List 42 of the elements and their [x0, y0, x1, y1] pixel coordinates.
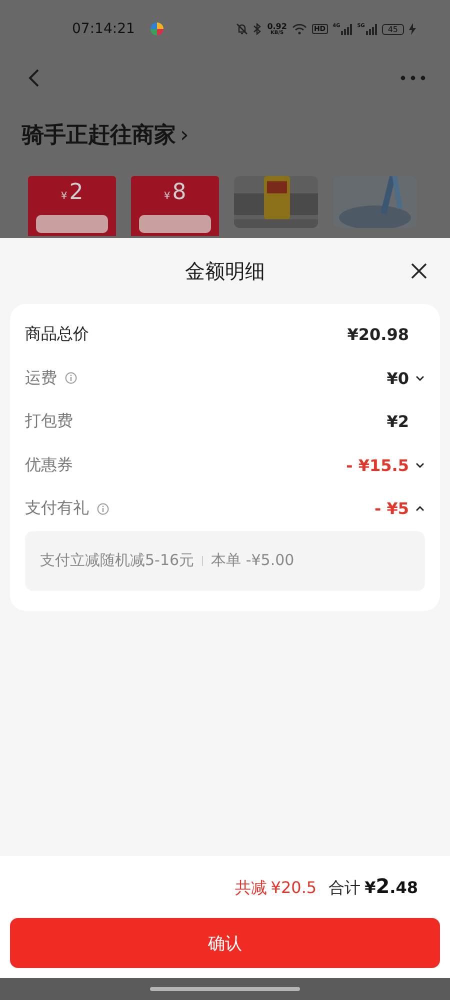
chevron-down-icon[interactable] — [415, 462, 425, 469]
fee-label: 支付有礼 — [25, 498, 89, 520]
battery-indicator: 45 — [382, 24, 404, 34]
total-saving: ¥20.5 — [270, 878, 317, 897]
status-time: 07:14:21 — [72, 21, 135, 37]
app-icon — [150, 22, 164, 36]
mute-icon — [236, 23, 248, 35]
fee-amount: - ¥5 — [374, 499, 409, 518]
info-icon[interactable] — [65, 372, 77, 384]
info-icon[interactable] — [97, 502, 109, 515]
net-speed: 0.92 — [267, 22, 287, 30]
fee-label: 商品总价 — [25, 324, 89, 346]
chevron-icon: › — [180, 122, 189, 148]
sheet-title: 金额明细 — [185, 258, 265, 284]
coupon-card[interactable]: ¥8 — [131, 176, 219, 236]
more-icon[interactable] — [400, 75, 426, 81]
chevron-up-icon[interactable] — [415, 505, 425, 512]
coupon-card[interactable]: ¥2 — [28, 176, 116, 236]
fee-amount: ¥0 — [386, 368, 409, 388]
total-saving-label: 共减 — [234, 878, 267, 899]
fee-label: 优惠券 — [25, 454, 73, 476]
fee-amount: - ¥15.5 — [346, 456, 409, 475]
fee-amount: ¥20.98 — [347, 325, 409, 344]
charging-icon — [409, 23, 416, 35]
discount-rule: 支付立减随机减5-16元 — [40, 551, 194, 570]
fee-amount: ¥2 — [386, 412, 409, 432]
wifi-icon — [292, 23, 307, 35]
back-icon[interactable] — [28, 68, 40, 88]
order-status-title[interactable]: 骑手正赶往商家 — [22, 120, 176, 150]
close-icon[interactable] — [410, 262, 428, 280]
fee-label: 打包费 — [25, 411, 73, 432]
signal-icon — [341, 24, 352, 34]
confirm-button[interactable]: 确认 — [10, 918, 440, 968]
total-label: 合计 — [328, 878, 361, 899]
bluetooth-icon — [253, 23, 262, 35]
order-discount: 本单 -¥5.00 — [211, 551, 294, 570]
signal-icon — [366, 24, 377, 34]
coupon-amount: ¥8 — [164, 180, 186, 205]
coupon-amount: ¥2 — [60, 180, 84, 205]
total-amount: ¥2.48 — [364, 874, 418, 898]
chevron-down-icon[interactable] — [415, 374, 425, 382]
fee-label: 运费 — [25, 368, 57, 389]
